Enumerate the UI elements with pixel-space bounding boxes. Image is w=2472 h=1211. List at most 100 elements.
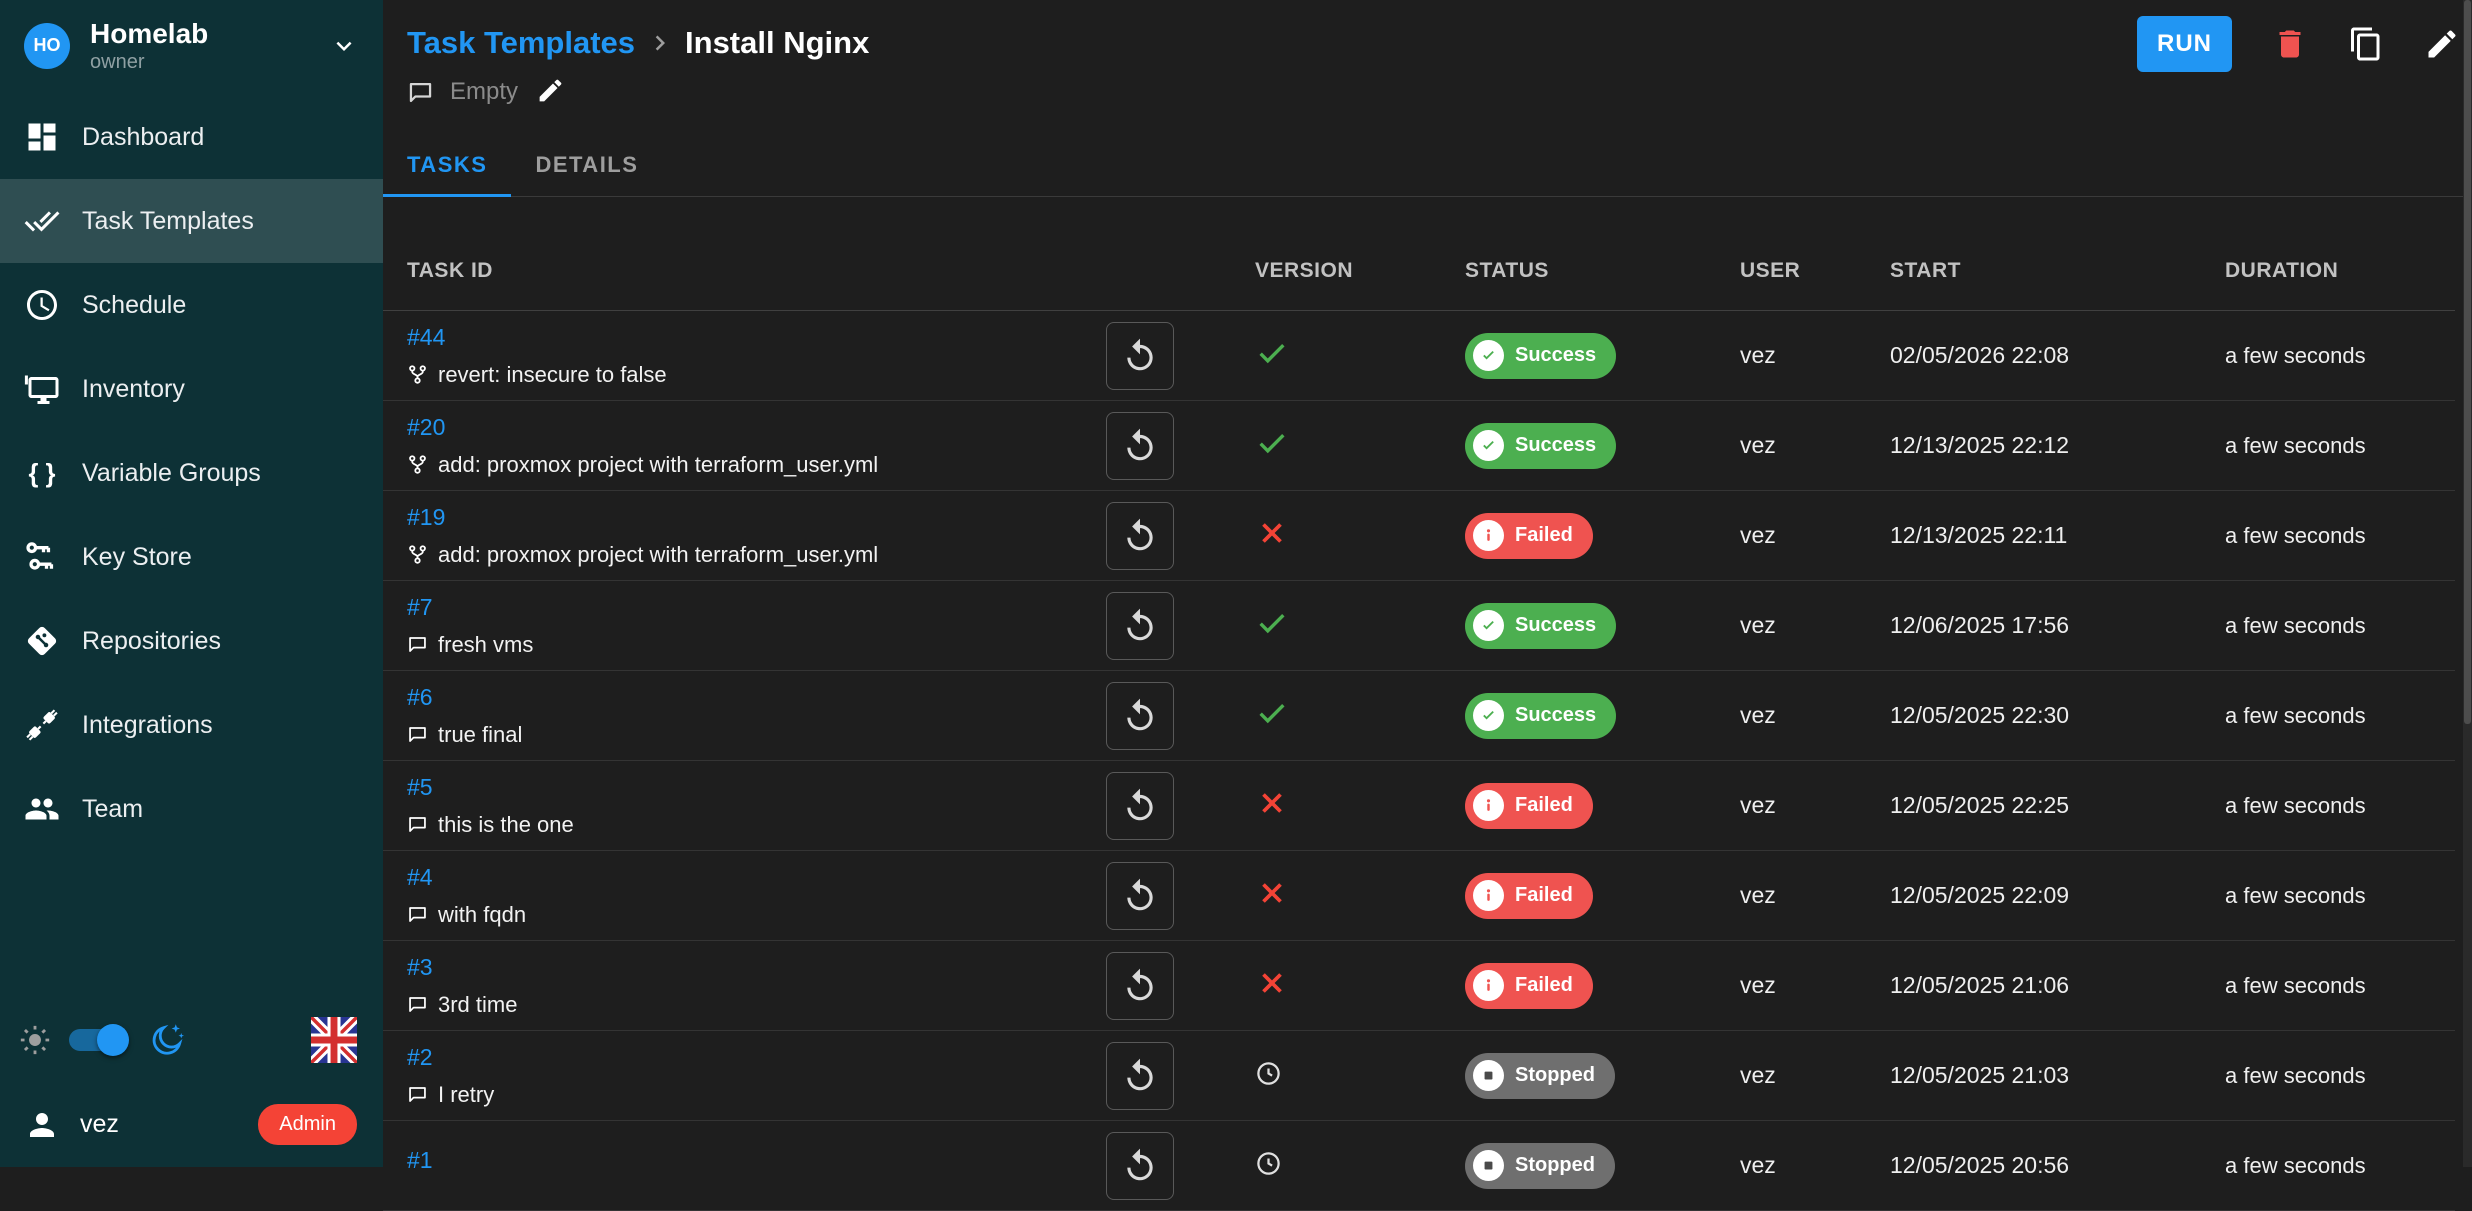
clock-icon <box>1255 1060 1282 1087</box>
git-branch-icon <box>407 364 428 385</box>
status-label: Failed <box>1515 794 1573 817</box>
monitor-icon <box>24 371 60 407</box>
replay-icon <box>1121 697 1159 735</box>
task-duration: a few seconds <box>2200 613 2455 639</box>
replay-icon <box>1121 337 1159 375</box>
status-label: Stopped <box>1515 1154 1595 1177</box>
copy-template-button[interactable] <box>2348 26 2384 62</box>
task-user: vez <box>1715 702 1865 729</box>
rerun-task-button[interactable] <box>1106 862 1174 930</box>
task-duration: a few seconds <box>2200 523 2455 549</box>
sidebar-nav: Dashboard Task Templates Schedule Invent… <box>0 91 383 851</box>
rerun-task-button[interactable] <box>1106 772 1174 840</box>
delete-template-button[interactable] <box>2272 26 2308 62</box>
scrollbar-thumb[interactable] <box>2464 0 2471 724</box>
sidebar-item-label: Integrations <box>82 711 213 740</box>
status-badge: Success <box>1465 693 1616 739</box>
task-duration: a few seconds <box>2200 343 2455 369</box>
tab-details[interactable]: DETAILS <box>511 134 662 196</box>
tab-label: DETAILS <box>535 152 638 178</box>
git-branch-icon <box>407 544 428 565</box>
task-duration: a few seconds <box>2200 1063 2455 1089</box>
sidebar-item-task-templates[interactable]: Task Templates <box>0 179 383 263</box>
task-id-link[interactable]: #5 <box>407 774 433 801</box>
sidebar-item-inventory[interactable]: Inventory <box>0 347 383 431</box>
braces-icon <box>24 455 60 491</box>
rerun-task-button[interactable] <box>1106 1132 1174 1200</box>
task-id-link[interactable]: #2 <box>407 1044 433 1071</box>
status-badge: Failed <box>1465 783 1593 829</box>
theme-toggle[interactable] <box>69 1029 125 1051</box>
comment-icon <box>407 814 428 835</box>
rerun-task-button[interactable] <box>1106 952 1174 1020</box>
task-id-link[interactable]: #3 <box>407 954 433 981</box>
cross-icon <box>1255 516 1289 550</box>
user-name: vez <box>80 1110 119 1139</box>
sidebar-item-label: Inventory <box>82 375 185 404</box>
column-header-task-id: TASK ID <box>383 259 1080 283</box>
plug-icon <box>24 707 60 743</box>
task-message: add: proxmox project with terraform_user… <box>438 452 878 478</box>
task-message: I retry <box>438 1082 494 1108</box>
edit-description-button[interactable] <box>536 76 565 108</box>
cross-icon <box>1255 786 1289 820</box>
replay-icon <box>1121 607 1159 645</box>
rerun-task-button[interactable] <box>1106 412 1174 480</box>
status-badge: Stopped <box>1465 1143 1615 1189</box>
run-button[interactable]: RUN <box>2137 16 2232 72</box>
sidebar-item-key-store[interactable]: Key Store <box>0 515 383 599</box>
uk-flag-icon[interactable] <box>311 1017 357 1063</box>
pencil-icon <box>2424 26 2460 62</box>
column-header-duration: DURATION <box>2200 259 2455 283</box>
task-start: 12/05/2025 20:56 <box>1865 1152 2200 1179</box>
task-start: 02/05/2026 22:08 <box>1865 342 2200 369</box>
task-id-link[interactable]: #7 <box>407 594 433 621</box>
task-start: 12/05/2025 21:03 <box>1865 1062 2200 1089</box>
status-badge: Success <box>1465 333 1616 379</box>
task-start: 12/06/2025 17:56 <box>1865 612 2200 639</box>
project-switcher[interactable]: HO Homelab owner <box>0 0 383 91</box>
task-id-link[interactable]: #19 <box>407 504 445 531</box>
task-start: 12/13/2025 22:12 <box>1865 432 2200 459</box>
rerun-task-button[interactable] <box>1106 1042 1174 1110</box>
task-id-link[interactable]: #6 <box>407 684 433 711</box>
task-id-link[interactable]: #44 <box>407 324 445 351</box>
breadcrumb-task-templates-link[interactable]: Task Templates <box>407 25 635 61</box>
sidebar-item-integrations[interactable]: Integrations <box>0 683 383 767</box>
task-user: vez <box>1715 1062 1865 1089</box>
rerun-task-button[interactable] <box>1106 502 1174 570</box>
rerun-task-button[interactable] <box>1106 682 1174 750</box>
sidebar-item-team[interactable]: Team <box>0 767 383 851</box>
sidebar-item-schedule[interactable]: Schedule <box>0 263 383 347</box>
replay-icon <box>1121 427 1159 465</box>
sidebar-item-label: Key Store <box>82 543 192 572</box>
clock-icon <box>1255 1150 1282 1177</box>
dashboard-icon <box>24 119 60 155</box>
task-message: with fqdn <box>438 902 526 928</box>
user-menu[interactable]: vez Admin <box>0 1082 383 1167</box>
sidebar-item-variable-groups[interactable]: Variable Groups <box>0 431 383 515</box>
tab-tasks[interactable]: TASKS <box>383 134 511 196</box>
status-badge: Failed <box>1465 873 1593 919</box>
edit-template-button[interactable] <box>2424 26 2460 62</box>
sidebar-item-repositories[interactable]: Repositories <box>0 599 383 683</box>
table-row: #5 this is the one Failed vez 12/05/2025… <box>383 761 2455 851</box>
replay-icon <box>1121 1057 1159 1095</box>
task-id-link[interactable]: #20 <box>407 414 445 441</box>
table-row: #1 Stopped vez 12/05/2025 20:56 a few se… <box>383 1121 2455 1211</box>
rerun-task-button[interactable] <box>1106 322 1174 390</box>
task-message: true final <box>438 722 522 748</box>
task-duration: a few seconds <box>2200 883 2455 909</box>
comment-icon <box>407 994 428 1015</box>
task-message: revert: insecure to false <box>438 362 667 388</box>
rerun-task-button[interactable] <box>1106 592 1174 660</box>
person-icon <box>24 1107 60 1143</box>
project-role: owner <box>90 52 208 72</box>
status-label: Failed <box>1515 524 1573 547</box>
task-id-link[interactable]: #1 <box>407 1147 433 1174</box>
comment-icon <box>407 634 428 655</box>
task-duration: a few seconds <box>2200 1153 2455 1179</box>
theme-row <box>0 998 383 1082</box>
task-id-link[interactable]: #4 <box>407 864 433 891</box>
sidebar-item-dashboard[interactable]: Dashboard <box>0 95 383 179</box>
